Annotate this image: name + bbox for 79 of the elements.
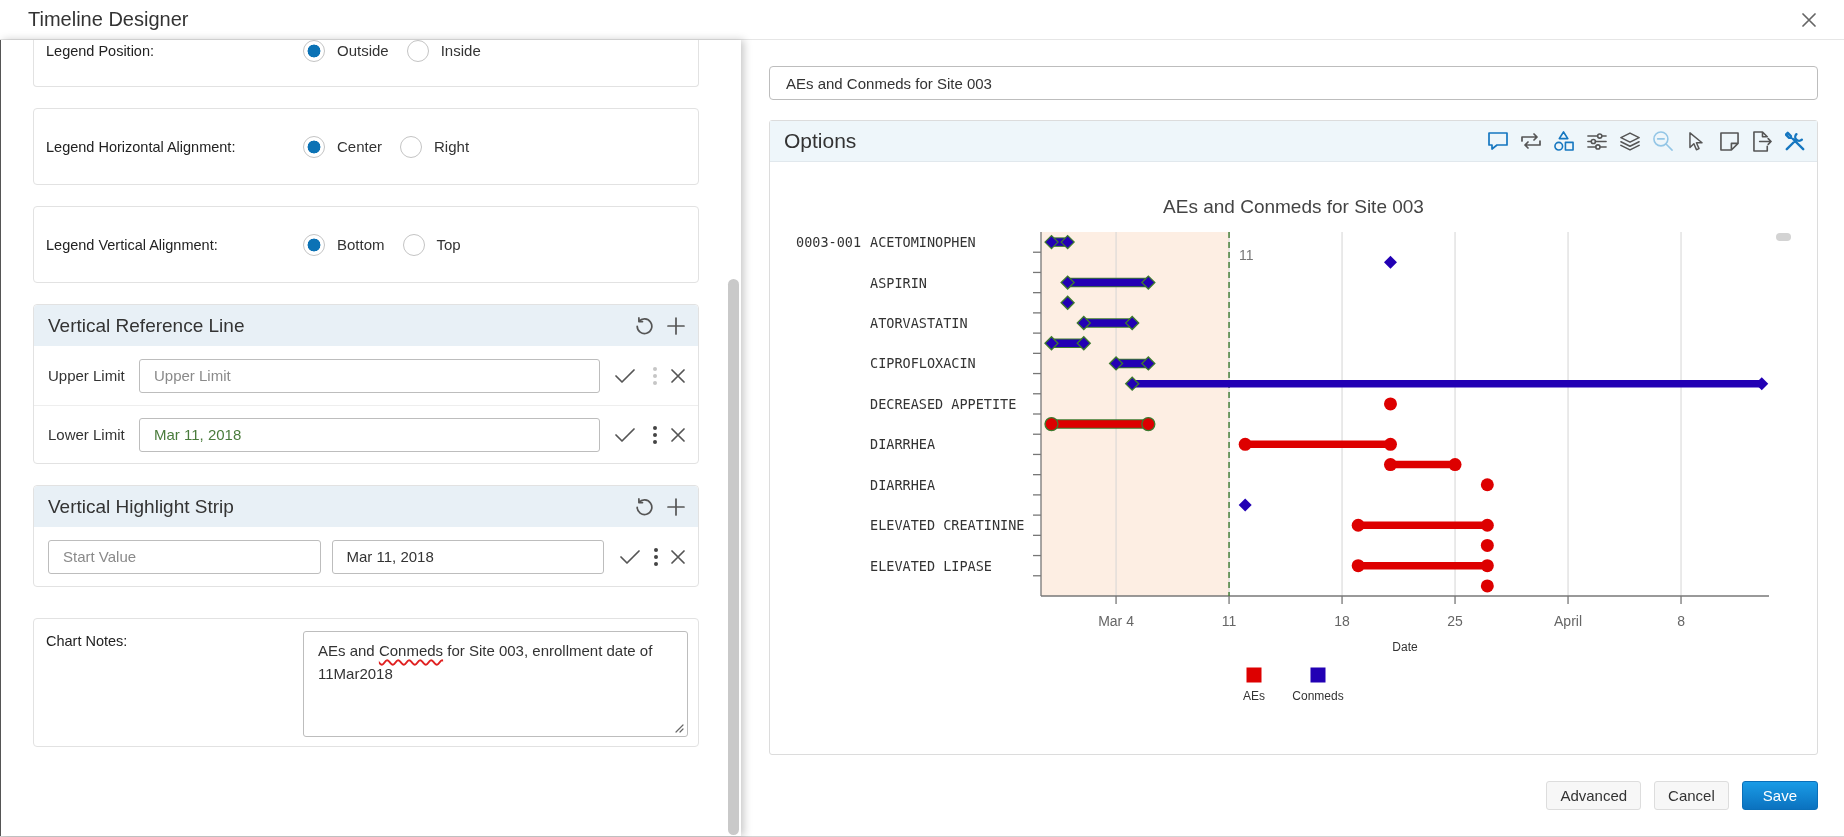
category-label: DIARRHEA	[870, 476, 936, 493]
radio-button[interactable]	[303, 135, 325, 158]
save-button[interactable]: Save	[1741, 781, 1818, 810]
radio-button[interactable]	[303, 39, 325, 62]
reference-line-label: 11	[1239, 247, 1254, 263]
notes-field[interactable]: AEs and Conmeds for Site 003, enrollment date of 11Mar2018	[303, 631, 688, 737]
category-label: ATORVASTATIN	[870, 315, 968, 331]
category-label: CIPROFLOXACIN	[870, 355, 976, 372]
x-tick-label: 11	[1221, 613, 1237, 629]
circular-arrow-icon[interactable]	[636, 316, 653, 335]
category-label: DECREASED APPETITE	[870, 395, 1017, 412]
x-axis-title: Date	[1392, 640, 1418, 654]
vertical-dots-icon[interactable]	[654, 547, 658, 566]
swap-arrows-icon[interactable]	[1521, 133, 1541, 149]
check-icon[interactable]	[620, 549, 640, 564]
field-label: Upper Limit	[48, 367, 126, 384]
date-field[interactable]: Start Value	[48, 539, 321, 574]
x-tick-label: 18	[1334, 613, 1350, 629]
close-icon[interactable]	[671, 427, 685, 442]
window-title: Timeline Designer	[28, 8, 189, 31]
radio-button[interactable]	[406, 39, 429, 62]
check-icon[interactable]	[615, 368, 635, 383]
sliders-icon[interactable]	[1587, 132, 1607, 150]
speech-bubble-icon[interactable]	[1488, 132, 1508, 150]
category-label: ELEVATED LIPASE	[870, 557, 992, 574]
chart-title: AEs and Conmeds for Site 003	[1163, 195, 1424, 217]
radio-label[interactable]: Right	[434, 138, 470, 155]
radio-button[interactable]	[402, 233, 425, 256]
legend-swatch-icon[interactable]	[1246, 667, 1262, 683]
export-icon[interactable]	[1752, 130, 1772, 152]
category-label: ELEVATED CREATININE	[870, 517, 1025, 534]
category-label: DIARRHEA	[870, 436, 936, 453]
x-tick-label: April	[1554, 613, 1583, 629]
layers-icon[interactable]	[1620, 131, 1640, 151]
date-field[interactable]: Mar 11, 2018	[139, 417, 600, 452]
radio-label[interactable]: Bottom	[337, 236, 385, 253]
close-icon[interactable]	[1802, 12, 1816, 27]
vertical-dots-icon[interactable]	[653, 425, 657, 444]
scrollbar-thumb[interactable]	[728, 279, 739, 835]
category-label: ACETOMINOPHEN	[870, 234, 976, 251]
cursor-icon[interactable]	[1689, 131, 1703, 151]
circular-arrow-icon[interactable]	[636, 497, 653, 516]
resize-grip-icon[interactable]	[674, 723, 684, 733]
x-tick-label: Mar 4	[1098, 613, 1134, 629]
subject-id-label: 0003-001	[796, 234, 862, 251]
legend-label[interactable]: AEs	[1243, 689, 1265, 703]
radio-button[interactable]	[400, 135, 423, 158]
radio-label[interactable]: Top	[436, 236, 461, 253]
plus-icon[interactable]	[667, 316, 685, 335]
chart-title-field[interactable]: AEs and Conmeds for Site 003	[769, 66, 1818, 100]
field-label: Lower Limit	[48, 426, 126, 443]
legend-label[interactable]: Conmeds	[1292, 689, 1344, 703]
section-title: Vertical Reference Line	[48, 314, 246, 337]
pill-icon	[1776, 233, 1791, 241]
close-icon[interactable]	[671, 368, 685, 383]
radio-label[interactable]: Center	[337, 138, 383, 155]
close-icon[interactable]	[671, 549, 685, 564]
setting-label: Legend Position:	[46, 42, 156, 59]
setting-label: Legend Vertical Alignment:	[46, 236, 219, 253]
sticky-note-icon[interactable]	[1719, 131, 1739, 151]
plus-icon[interactable]	[667, 497, 685, 516]
legend-swatch-icon[interactable]	[1310, 667, 1326, 683]
setting-label: Chart Notes:	[46, 632, 129, 649]
date-field[interactable]: Mar 11, 2018	[331, 539, 604, 574]
tools-icon[interactable]	[1785, 131, 1805, 151]
date-field[interactable]: Upper Limit	[139, 358, 600, 393]
radio-label[interactable]: Inside	[440, 42, 481, 59]
shapes-icon[interactable]	[1554, 131, 1574, 151]
category-label: ASPIRIN	[870, 274, 927, 291]
radio-button[interactable]	[303, 233, 325, 256]
check-icon[interactable]	[615, 427, 635, 442]
setting-label: Legend Horizontal Alignment:	[46, 138, 237, 155]
dialog-button[interactable]: Advanced	[1546, 781, 1642, 810]
x-tick-label: 8	[1677, 613, 1685, 629]
x-tick-label: 25	[1447, 613, 1463, 629]
section-title: Vertical Highlight Strip	[48, 495, 235, 518]
panel-title: Options	[784, 129, 858, 153]
dialog-button[interactable]: Cancel	[1654, 781, 1729, 810]
radio-label[interactable]: Outside	[337, 42, 389, 59]
